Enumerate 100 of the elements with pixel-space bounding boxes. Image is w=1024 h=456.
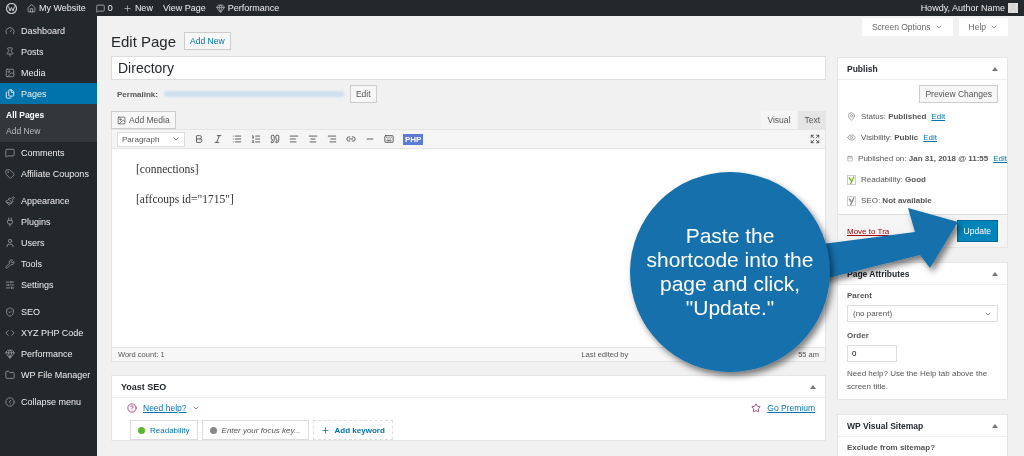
menu-icon xyxy=(5,67,15,78)
sidebar-item[interactable]: XYZ PHP Code xyxy=(0,322,97,343)
avatar-icon xyxy=(1008,3,1018,13)
edit-link[interactable]: Edit xyxy=(993,154,1007,163)
box-title: Publish xyxy=(847,63,878,74)
admin-bar-link[interactable]: View Page xyxy=(162,3,206,13)
screen-meta-button[interactable]: Help xyxy=(958,18,1008,36)
sidebar-item[interactable]: Dashboard xyxy=(0,20,97,41)
php-button[interactable]: PHP xyxy=(403,133,424,145)
media-icon xyxy=(117,115,126,125)
box-title: Yoast SEO xyxy=(121,381,167,392)
add-media-button[interactable]: Add Media xyxy=(111,111,176,129)
sidebar-item[interactable]: Collapse menu xyxy=(0,391,97,412)
meta-icon xyxy=(847,112,856,121)
readability-tab[interactable]: Readability xyxy=(130,420,198,440)
italic-icon xyxy=(213,134,223,144)
menu-icon xyxy=(5,348,15,359)
admin-bar-link[interactable]: New xyxy=(122,3,153,13)
collapse-icon[interactable] xyxy=(992,423,998,428)
sidebar-item[interactable]: Performance xyxy=(0,343,97,364)
publish-meta: Readability: Good xyxy=(861,175,926,184)
home-icon xyxy=(27,3,36,13)
publish-meta: SEO: Not available xyxy=(861,196,932,205)
editor-tab[interactable]: Text xyxy=(798,111,826,129)
go-premium-link[interactable]: Go Premium xyxy=(767,403,815,413)
fullscreen-icon xyxy=(810,134,820,144)
sidebar-item[interactable]: Plugins xyxy=(0,211,97,232)
sidebar-item[interactable]: Appearance xyxy=(0,190,97,211)
menu-icon xyxy=(5,216,15,227)
meta-icon xyxy=(847,133,856,142)
sidebar-item[interactable]: SEO xyxy=(0,301,97,322)
screen-meta-button[interactable]: Screen Options xyxy=(861,18,953,36)
field-label: Exclude from sitemap? xyxy=(847,443,937,452)
publish-meta: Visibility: Public xyxy=(861,133,919,142)
plus-icon xyxy=(122,3,132,13)
preview-button[interactable]: Preview Changes xyxy=(919,85,998,103)
menu-icon xyxy=(5,258,15,269)
caret-icon xyxy=(934,23,943,31)
help-text: Need help? Use the Help tab above the screen title. xyxy=(847,368,989,393)
trash-link[interactable]: Move to Tra xyxy=(847,226,890,236)
editor-tab[interactable]: Visual xyxy=(761,111,797,129)
collapse-icon[interactable] xyxy=(992,66,998,71)
align-right-icon xyxy=(327,134,337,144)
editor-text: [connections] xyxy=(136,163,200,175)
admin-bar-link[interactable]: 0 xyxy=(95,3,113,13)
sidebar-item[interactable]: Pages xyxy=(0,83,97,104)
caret-icon xyxy=(172,135,180,143)
edit-link[interactable]: Edit xyxy=(931,112,946,121)
menu-icon xyxy=(5,396,15,407)
parent-select[interactable]: (no parent) xyxy=(847,305,998,322)
sidebar-item[interactable]: Settings xyxy=(0,274,97,295)
bold-icon xyxy=(194,134,204,144)
add-keyword-button[interactable]: Add keyword xyxy=(312,420,393,440)
keyword-tab[interactable]: Enter your focus key... xyxy=(201,420,309,440)
editor-text: [affcoups id="1715"] xyxy=(136,193,235,205)
menu-icon xyxy=(5,147,15,158)
format-select[interactable]: Paragraph xyxy=(117,131,185,147)
comment-icon xyxy=(95,3,105,13)
plus-icon xyxy=(320,425,330,435)
update-button[interactable]: Update xyxy=(956,220,998,242)
permalink-label: Permalink: xyxy=(117,89,158,99)
quote-icon xyxy=(270,134,280,144)
menu-icon xyxy=(5,25,15,36)
menu-icon xyxy=(5,195,15,206)
wordpress-logo-icon[interactable] xyxy=(6,2,17,14)
menu-icon xyxy=(5,46,15,57)
menu-icon xyxy=(5,237,15,248)
submenu-item[interactable]: Add New xyxy=(0,123,97,139)
sidebar-item[interactable]: WP File Manager xyxy=(0,364,97,385)
submenu-item[interactable]: All Pages xyxy=(0,107,97,123)
field-label: Parent xyxy=(847,291,873,300)
add-new-button[interactable]: Add New xyxy=(184,32,231,50)
admin-bar-link[interactable]: Performance xyxy=(215,3,280,13)
bullet-list-icon xyxy=(232,134,242,144)
gem-icon xyxy=(215,3,225,13)
admin-bar-link[interactable]: My Website xyxy=(27,3,86,13)
title-field[interactable]: Directory xyxy=(111,56,826,80)
need-help-link[interactable]: Need help? xyxy=(143,403,187,413)
sidebar-item[interactable]: Tools xyxy=(0,253,97,274)
yoast-icon xyxy=(847,195,856,206)
collapse-icon[interactable] xyxy=(810,384,816,389)
account-link[interactable]: Howdy, Author Name xyxy=(920,3,1018,13)
edit-link[interactable]: Edit xyxy=(923,133,938,142)
sidebar-item[interactable]: Posts xyxy=(0,41,97,62)
sidebar-item[interactable]: Users xyxy=(0,232,97,253)
collapse-icon[interactable] xyxy=(992,271,998,276)
yoast-icon xyxy=(847,174,856,185)
page-heading: Edit Page xyxy=(111,32,177,50)
sidebar-item[interactable]: Comments xyxy=(0,142,97,163)
caret-icon xyxy=(990,23,998,31)
align-center-icon xyxy=(308,134,318,144)
order-field[interactable]: 0 xyxy=(847,345,897,362)
link-icon xyxy=(346,134,356,144)
chevron-icon xyxy=(192,404,201,412)
menu-icon xyxy=(5,369,15,380)
sidebar-item[interactable]: Media xyxy=(0,62,97,83)
sidebar-item[interactable]: Affiliate Coupons xyxy=(0,163,97,184)
publish-meta: Published on: Jan 31, 2018 @ 11:55 xyxy=(858,154,989,163)
menu-icon xyxy=(5,306,15,317)
edit-permalink-button[interactable]: Edit xyxy=(349,85,377,103)
